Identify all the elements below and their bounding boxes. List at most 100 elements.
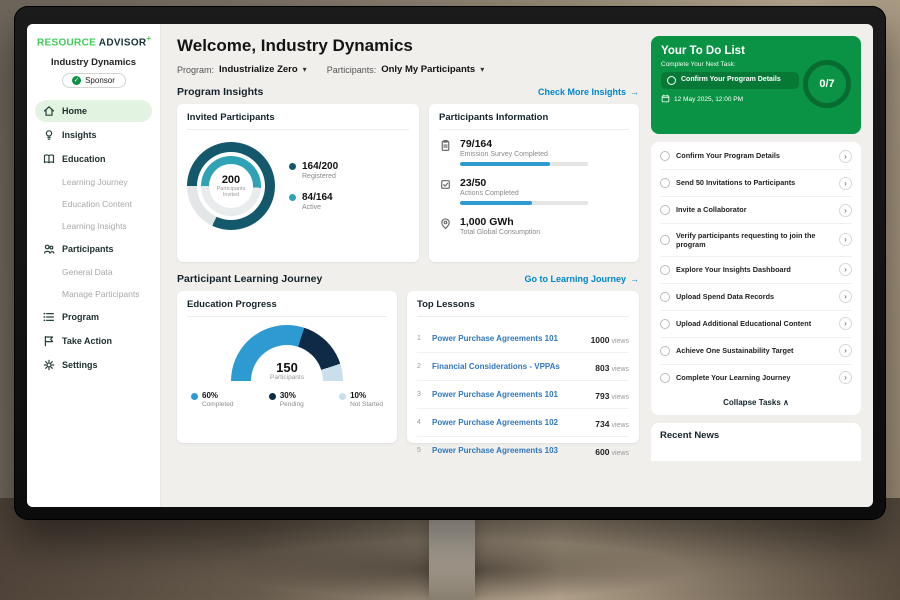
chevron-up-icon: ∧ — [783, 398, 789, 407]
chevron-right-icon[interactable]: › — [839, 371, 852, 384]
task-row[interactable]: Explore Your Insights Dashboard › — [660, 257, 852, 284]
lesson-rank: 3 — [417, 391, 425, 398]
task-label: Explore Your Insights Dashboard — [676, 265, 833, 274]
due-date-text: 12 May 2025, 12:00 PM — [674, 96, 743, 103]
lesson-rank: 2 — [417, 363, 425, 370]
gauge-label: Participants — [231, 374, 343, 381]
task-row[interactable]: Upload Spend Data Records › — [660, 284, 852, 311]
program-insights-header: Program Insights Check More Insights → — [177, 86, 639, 98]
lesson-rank: 4 — [417, 419, 425, 426]
lesson-rank: 1 — [417, 335, 425, 342]
survey-progress-fill — [460, 162, 550, 166]
task-checkbox[interactable] — [660, 292, 670, 302]
lesson-views-unit: views — [611, 422, 629, 429]
card-title: Top Lessons — [417, 299, 629, 317]
chevron-right-icon[interactable]: › — [839, 204, 852, 217]
sidebar-item-manage-participants[interactable]: Manage Participants — [35, 284, 152, 304]
task-row[interactable]: Verify participants requesting to join t… — [660, 224, 852, 257]
lesson-link[interactable]: Power Purchase Agreements 101 — [432, 390, 588, 399]
top-lessons-card: Top Lessons 1 Power Purchase Agreements … — [407, 291, 639, 443]
link-label: Check More Insights — [538, 87, 626, 97]
task-row[interactable]: Complete Your Learning Journey › — [660, 365, 852, 391]
sidebar-item-general-data[interactable]: General Data — [35, 262, 152, 282]
lesson-link[interactable]: Power Purchase Agreements 102 — [432, 418, 588, 427]
task-row[interactable]: Upload Additional Educational Content › — [660, 311, 852, 338]
task-row[interactable]: Send 50 Invitations to Participants › — [660, 170, 852, 197]
sidebar-item-label: Education — [62, 154, 106, 164]
chevron-right-icon[interactable]: › — [839, 233, 852, 246]
sidebar-item-take-action[interactable]: Take Action — [35, 330, 152, 352]
participants-filter-label: Participants: — [327, 65, 377, 75]
todo-progress-count: 0/7 — [819, 78, 834, 90]
participants-filter-value[interactable]: Only My Participants — [381, 64, 475, 75]
chevron-down-icon: ▾ — [303, 65, 307, 74]
task-checkbox[interactable] — [660, 178, 670, 188]
program-filter-value[interactable]: Industrialize Zero — [219, 64, 298, 75]
education-legend: 60% Completed 30% Pending 10% Not Starte… — [187, 391, 387, 408]
chevron-right-icon[interactable]: › — [839, 317, 852, 330]
chevron-right-icon[interactable]: › — [839, 290, 852, 303]
monitor-bezel: RESOURCE ADVISOR+ Industry Dynamics ✓ Sp… — [14, 6, 886, 520]
lesson-link[interactable]: Power Purchase Agreements 103 — [432, 446, 588, 455]
chevron-right-icon[interactable]: › — [839, 150, 852, 163]
sidebar-item-learning-insights[interactable]: Learning Insights — [35, 216, 152, 236]
lesson-link[interactable]: Power Purchase Agreements 101 — [432, 334, 584, 343]
lesson-views-unit: views — [611, 394, 629, 401]
not-started-dot — [339, 393, 346, 400]
chevron-right-icon[interactable]: › — [839, 263, 852, 276]
task-checkbox-icon — [667, 76, 676, 85]
donut-center: 200 Participants Invited — [209, 164, 253, 208]
sidebar-item-participants[interactable]: Participants — [35, 238, 152, 260]
monitor-stand — [429, 518, 475, 600]
recent-news-title: Recent News — [660, 430, 852, 441]
participants-filter[interactable]: Participants: Only My Participants ▾ — [327, 64, 485, 75]
program-filter[interactable]: Program: Industrialize Zero ▾ — [177, 64, 307, 75]
card-title: Education Progress — [187, 299, 387, 317]
sidebar-item-education[interactable]: Education — [35, 148, 152, 170]
task-row[interactable]: Confirm Your Program Details › — [660, 143, 852, 170]
lesson-row: 2 Financial Considerations - VPPAs 803vi… — [417, 353, 629, 381]
lesson-views-unit: views — [611, 338, 629, 345]
lesson-link[interactable]: Financial Considerations - VPPAs — [432, 362, 588, 371]
active-label: Active — [302, 204, 333, 211]
task-checkbox[interactable] — [660, 235, 670, 245]
registered-label: Registered — [302, 173, 338, 180]
main-area: Welcome, Industry Dynamics Program: Indu… — [161, 24, 873, 507]
sidebar: RESOURCE ADVISOR+ Industry Dynamics ✓ Sp… — [27, 24, 161, 507]
sidebar-item-program[interactable]: Program — [35, 306, 152, 328]
task-checkbox[interactable] — [660, 346, 670, 356]
sidebar-nav: Home Insights Education Learning Journey — [35, 100, 152, 376]
legend-not-started: 10% Not Started — [339, 391, 383, 408]
collapse-tasks-button[interactable]: Collapse Tasks ∧ — [660, 391, 852, 415]
next-task-pill[interactable]: Confirm Your Program Details — [661, 72, 799, 89]
sidebar-item-education-content[interactable]: Education Content — [35, 194, 152, 214]
task-row[interactable]: Achieve One Sustainability Target › — [660, 338, 852, 365]
check-more-insights-link[interactable]: Check More Insights → — [538, 87, 639, 97]
sidebar-item-label: Learning Insights — [62, 221, 127, 231]
task-checkbox[interactable] — [660, 265, 670, 275]
go-to-learning-journey-link[interactable]: Go to Learning Journey → — [524, 274, 639, 284]
program-filter-label: Program: — [177, 65, 214, 75]
task-row[interactable]: Invite a Collaborator › — [660, 197, 852, 224]
chevron-right-icon[interactable]: › — [839, 344, 852, 357]
task-label: Send 50 Invitations to Participants — [676, 178, 833, 187]
stat-global-consumption: 1,000 GWh Total Global Consumption — [439, 216, 629, 236]
education-gauge-wrap: 150 Participants — [231, 325, 343, 381]
card-title: Invited Participants — [187, 112, 409, 130]
learning-journey-header: Participant Learning Journey Go to Learn… — [177, 273, 639, 285]
sidebar-item-insights[interactable]: Insights — [35, 124, 152, 146]
sponsor-badge[interactable]: ✓ Sponsor — [62, 73, 126, 88]
task-checkbox[interactable] — [660, 151, 670, 161]
legend-active: 84/164 Active — [289, 192, 338, 211]
sidebar-item-home[interactable]: Home — [35, 100, 152, 122]
legend-pending: 30% Pending — [269, 391, 304, 408]
task-checkbox[interactable] — [660, 205, 670, 215]
sidebar-item-learning-journey[interactable]: Learning Journey — [35, 172, 152, 192]
chevron-right-icon[interactable]: › — [839, 177, 852, 190]
task-checkbox[interactable] — [660, 319, 670, 329]
lesson-row: 5 Power Purchase Agreements 103 600views — [417, 437, 629, 464]
task-checkbox[interactable] — [660, 373, 670, 383]
sidebar-item-settings[interactable]: Settings — [35, 354, 152, 376]
sidebar-item-label: Learning Journey — [62, 177, 128, 187]
program-list-icon — [43, 311, 55, 323]
